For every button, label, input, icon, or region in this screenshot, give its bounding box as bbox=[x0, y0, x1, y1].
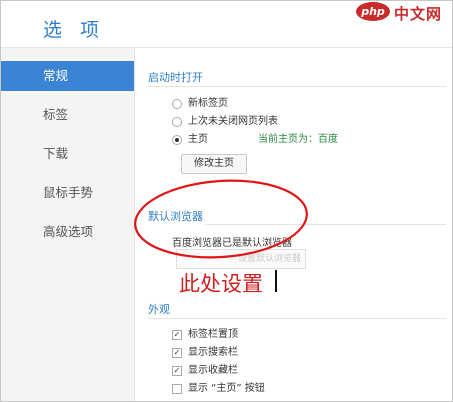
checkbox-label: 标签栏置顶 bbox=[188, 329, 238, 340]
appearance-section-title: 外观 bbox=[148, 303, 170, 316]
checkbox-unchecked-icon[interactable] bbox=[172, 384, 182, 394]
php-logo-icon: php bbox=[356, 2, 390, 21]
radio-unchecked[interactable] bbox=[172, 99, 182, 109]
set-default-browser-button[interactable]: 设置默认浏览器 bbox=[176, 249, 306, 269]
window-title: 选 项 bbox=[43, 19, 106, 41]
default-browser-status: 百度浏览器已是默认浏览器 bbox=[172, 238, 292, 249]
sidebar-item-mouse-gestures[interactable]: 鼠标手势 bbox=[1, 178, 134, 208]
radio-label: 上次未关闭网页列表 bbox=[188, 116, 278, 127]
checkbox-label: 显示 “主页” 按钮 bbox=[188, 383, 265, 394]
appearance-divider bbox=[148, 318, 446, 319]
checkbox-label: 显示搜索栏 bbox=[188, 347, 238, 358]
radio-label: 新标签页 bbox=[188, 98, 228, 109]
current-homepage-note: 当前主页为：百度 bbox=[258, 134, 338, 145]
radio-unchecked[interactable] bbox=[172, 117, 182, 127]
settings-content: 启动时打开 新标签页 上次未关闭网页列表 主页 当前主页为：百度 修改主页 默认… bbox=[135, 48, 452, 401]
text-caret bbox=[275, 270, 277, 292]
sidebar-item-general[interactable]: 常规 bbox=[1, 61, 134, 91]
sidebar-item-tabs[interactable]: 标签 bbox=[1, 100, 134, 130]
checkbox-checked-icon[interactable]: ✓ bbox=[172, 330, 182, 340]
php-cn-watermark: php 中文网 bbox=[356, 2, 448, 24]
radio-label: 主页 bbox=[188, 134, 208, 145]
startup-divider bbox=[148, 86, 446, 87]
checkbox-label: 显示收藏栏 bbox=[188, 365, 238, 376]
sidebar-item-downloads[interactable]: 下载 bbox=[1, 139, 134, 169]
edit-homepage-button[interactable]: 修改主页 bbox=[181, 154, 247, 174]
checkbox-checked-icon[interactable]: ✓ bbox=[172, 366, 182, 376]
options-window: 选 项 php 中文网 常规 标签 下载 鼠标手势 高级选项 启动时打开 新标签… bbox=[0, 0, 453, 402]
annotation-text: 此处设置 bbox=[179, 272, 263, 296]
sidebar-item-advanced[interactable]: 高级选项 bbox=[1, 217, 134, 247]
watermark-text: 中文网 bbox=[394, 5, 443, 23]
checkbox-checked-icon[interactable]: ✓ bbox=[172, 348, 182, 358]
startup-section-title: 启动时打开 bbox=[148, 71, 203, 84]
sidebar: 常规 标签 下载 鼠标手势 高级选项 bbox=[1, 48, 135, 401]
default-browser-divider bbox=[205, 224, 446, 225]
radio-checked[interactable] bbox=[172, 135, 182, 145]
default-browser-section-title: 默认浏览器 bbox=[148, 210, 203, 223]
